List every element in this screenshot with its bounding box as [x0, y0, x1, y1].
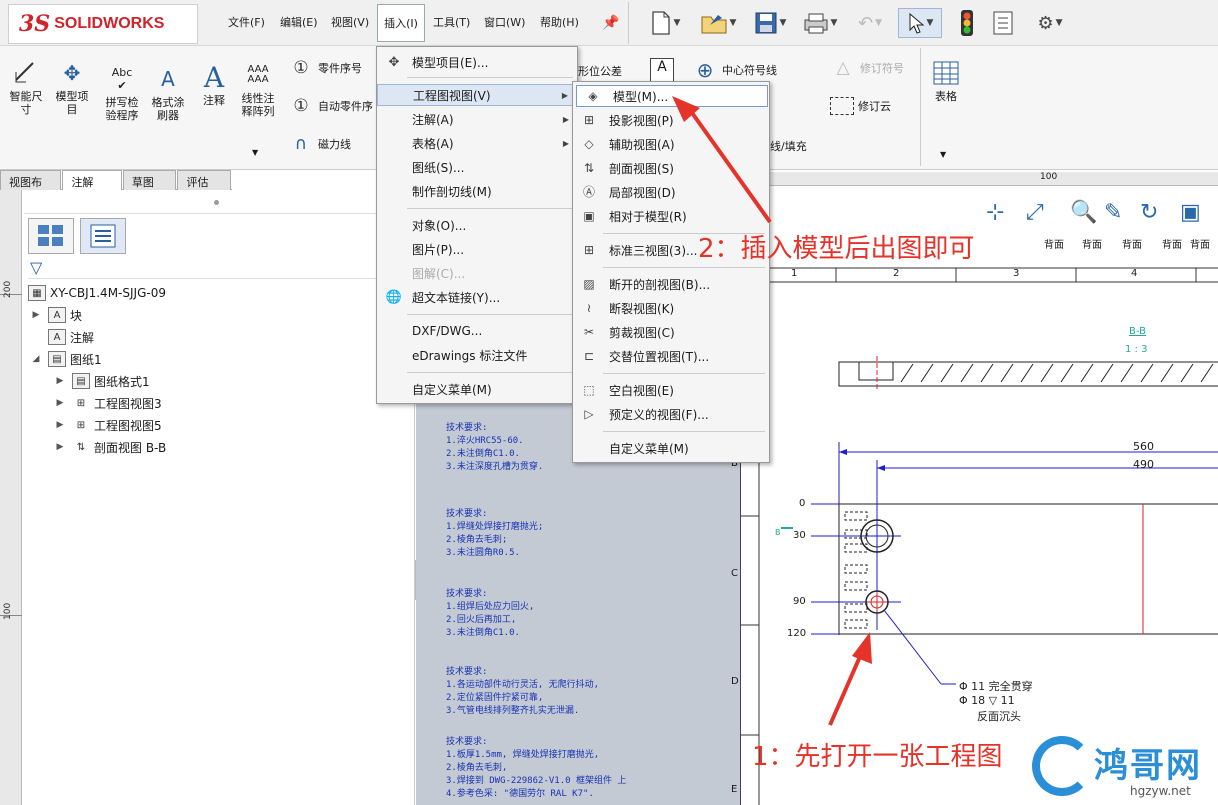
annotation-arrows [672, 96, 872, 726]
step2-annotation: 2：插入模型后出图即可 [698, 234, 975, 264]
watermark-logo-icon [1032, 736, 1092, 796]
watermark-name: 鸿哥网 [1094, 746, 1202, 786]
watermark-url: hgzyw.net [1130, 784, 1191, 798]
watermark: 鸿哥网 hgzyw.net [1030, 730, 1218, 805]
step1-annotation: 1：先打开一张工程图 [752, 742, 1003, 772]
